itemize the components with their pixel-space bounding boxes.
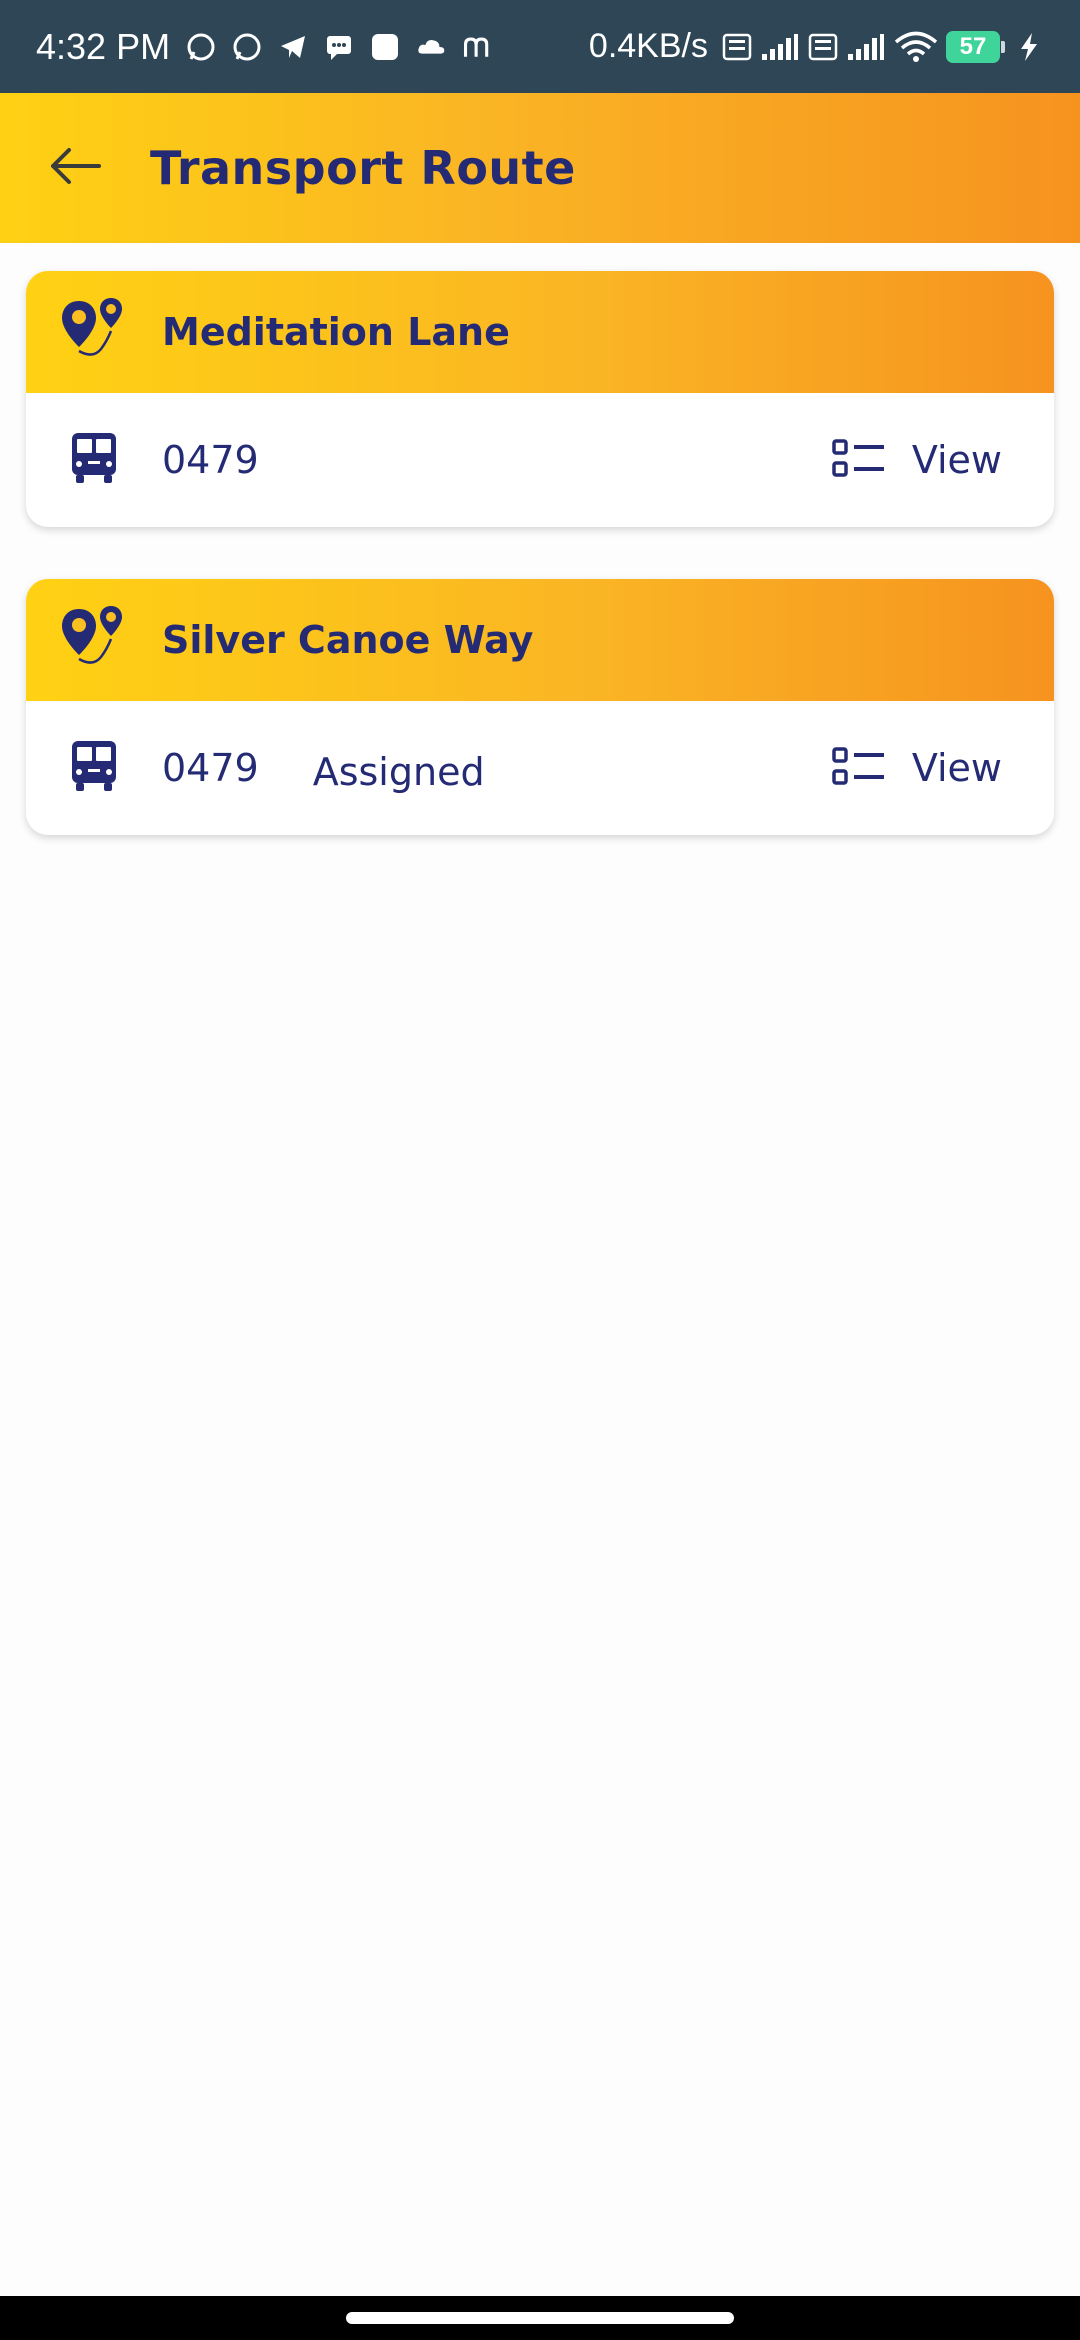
notification-icons	[186, 32, 492, 62]
wifi-icon	[894, 31, 938, 62]
list-icon	[832, 438, 886, 482]
battery-level: 57	[959, 32, 987, 60]
arrow-left-icon	[47, 146, 103, 190]
signal-icon	[846, 32, 886, 62]
route-pin-icon	[59, 295, 129, 369]
system-icons: 0.4KB/s 57	[589, 27, 1044, 66]
m-icon	[462, 32, 492, 62]
cloud-icon	[416, 32, 446, 62]
route-code: 0479	[162, 746, 259, 790]
view-button[interactable]: View	[832, 393, 1002, 527]
route-name: Meditation Lane	[162, 310, 510, 354]
back-button[interactable]	[0, 93, 150, 243]
status-time: 4:32 PM	[36, 25, 171, 67]
whatsapp-business-icon	[232, 32, 262, 62]
list-icon	[832, 746, 886, 790]
route-card-header: Silver Canoe Way	[26, 579, 1054, 701]
navigation-bar	[0, 2296, 1080, 2340]
bus-icon	[70, 431, 118, 489]
page-title: Transport Route	[150, 141, 576, 195]
view-label: View	[911, 746, 1002, 790]
route-status: Assigned	[312, 750, 485, 794]
route-code: 0479	[162, 438, 259, 482]
bus-icon	[70, 739, 118, 797]
route-pin-icon	[59, 603, 129, 677]
status-bar: 4:32 PM 0.4KB/s 57	[0, 0, 1080, 93]
network-speed: 0.4KB/s	[588, 27, 708, 65]
telegram-icon	[278, 32, 308, 62]
battery-icon: 57	[946, 30, 1005, 63]
route-card-header: Meditation Lane	[26, 271, 1054, 393]
route-card-body: 0479 View	[26, 393, 1054, 527]
signal-icon	[760, 32, 800, 62]
route-card: Silver Canoe Way 0479 Assigned View	[26, 579, 1054, 835]
app-bar: Transport Route	[0, 93, 1080, 243]
view-button[interactable]: View	[832, 701, 1002, 835]
message-icon	[324, 32, 354, 62]
route-card: Meditation Lane 0479 View	[26, 271, 1054, 527]
volte-icon	[808, 32, 838, 62]
route-card-body: 0479 Assigned View	[26, 701, 1054, 835]
home-gesture-handle[interactable]	[346, 2312, 734, 2324]
route-name: Silver Canoe Way	[162, 618, 534, 662]
charging-icon	[1014, 32, 1044, 62]
volte-icon	[722, 32, 752, 62]
whatsapp-icon	[186, 32, 216, 62]
app-icon	[370, 32, 400, 62]
view-label: View	[911, 438, 1002, 482]
